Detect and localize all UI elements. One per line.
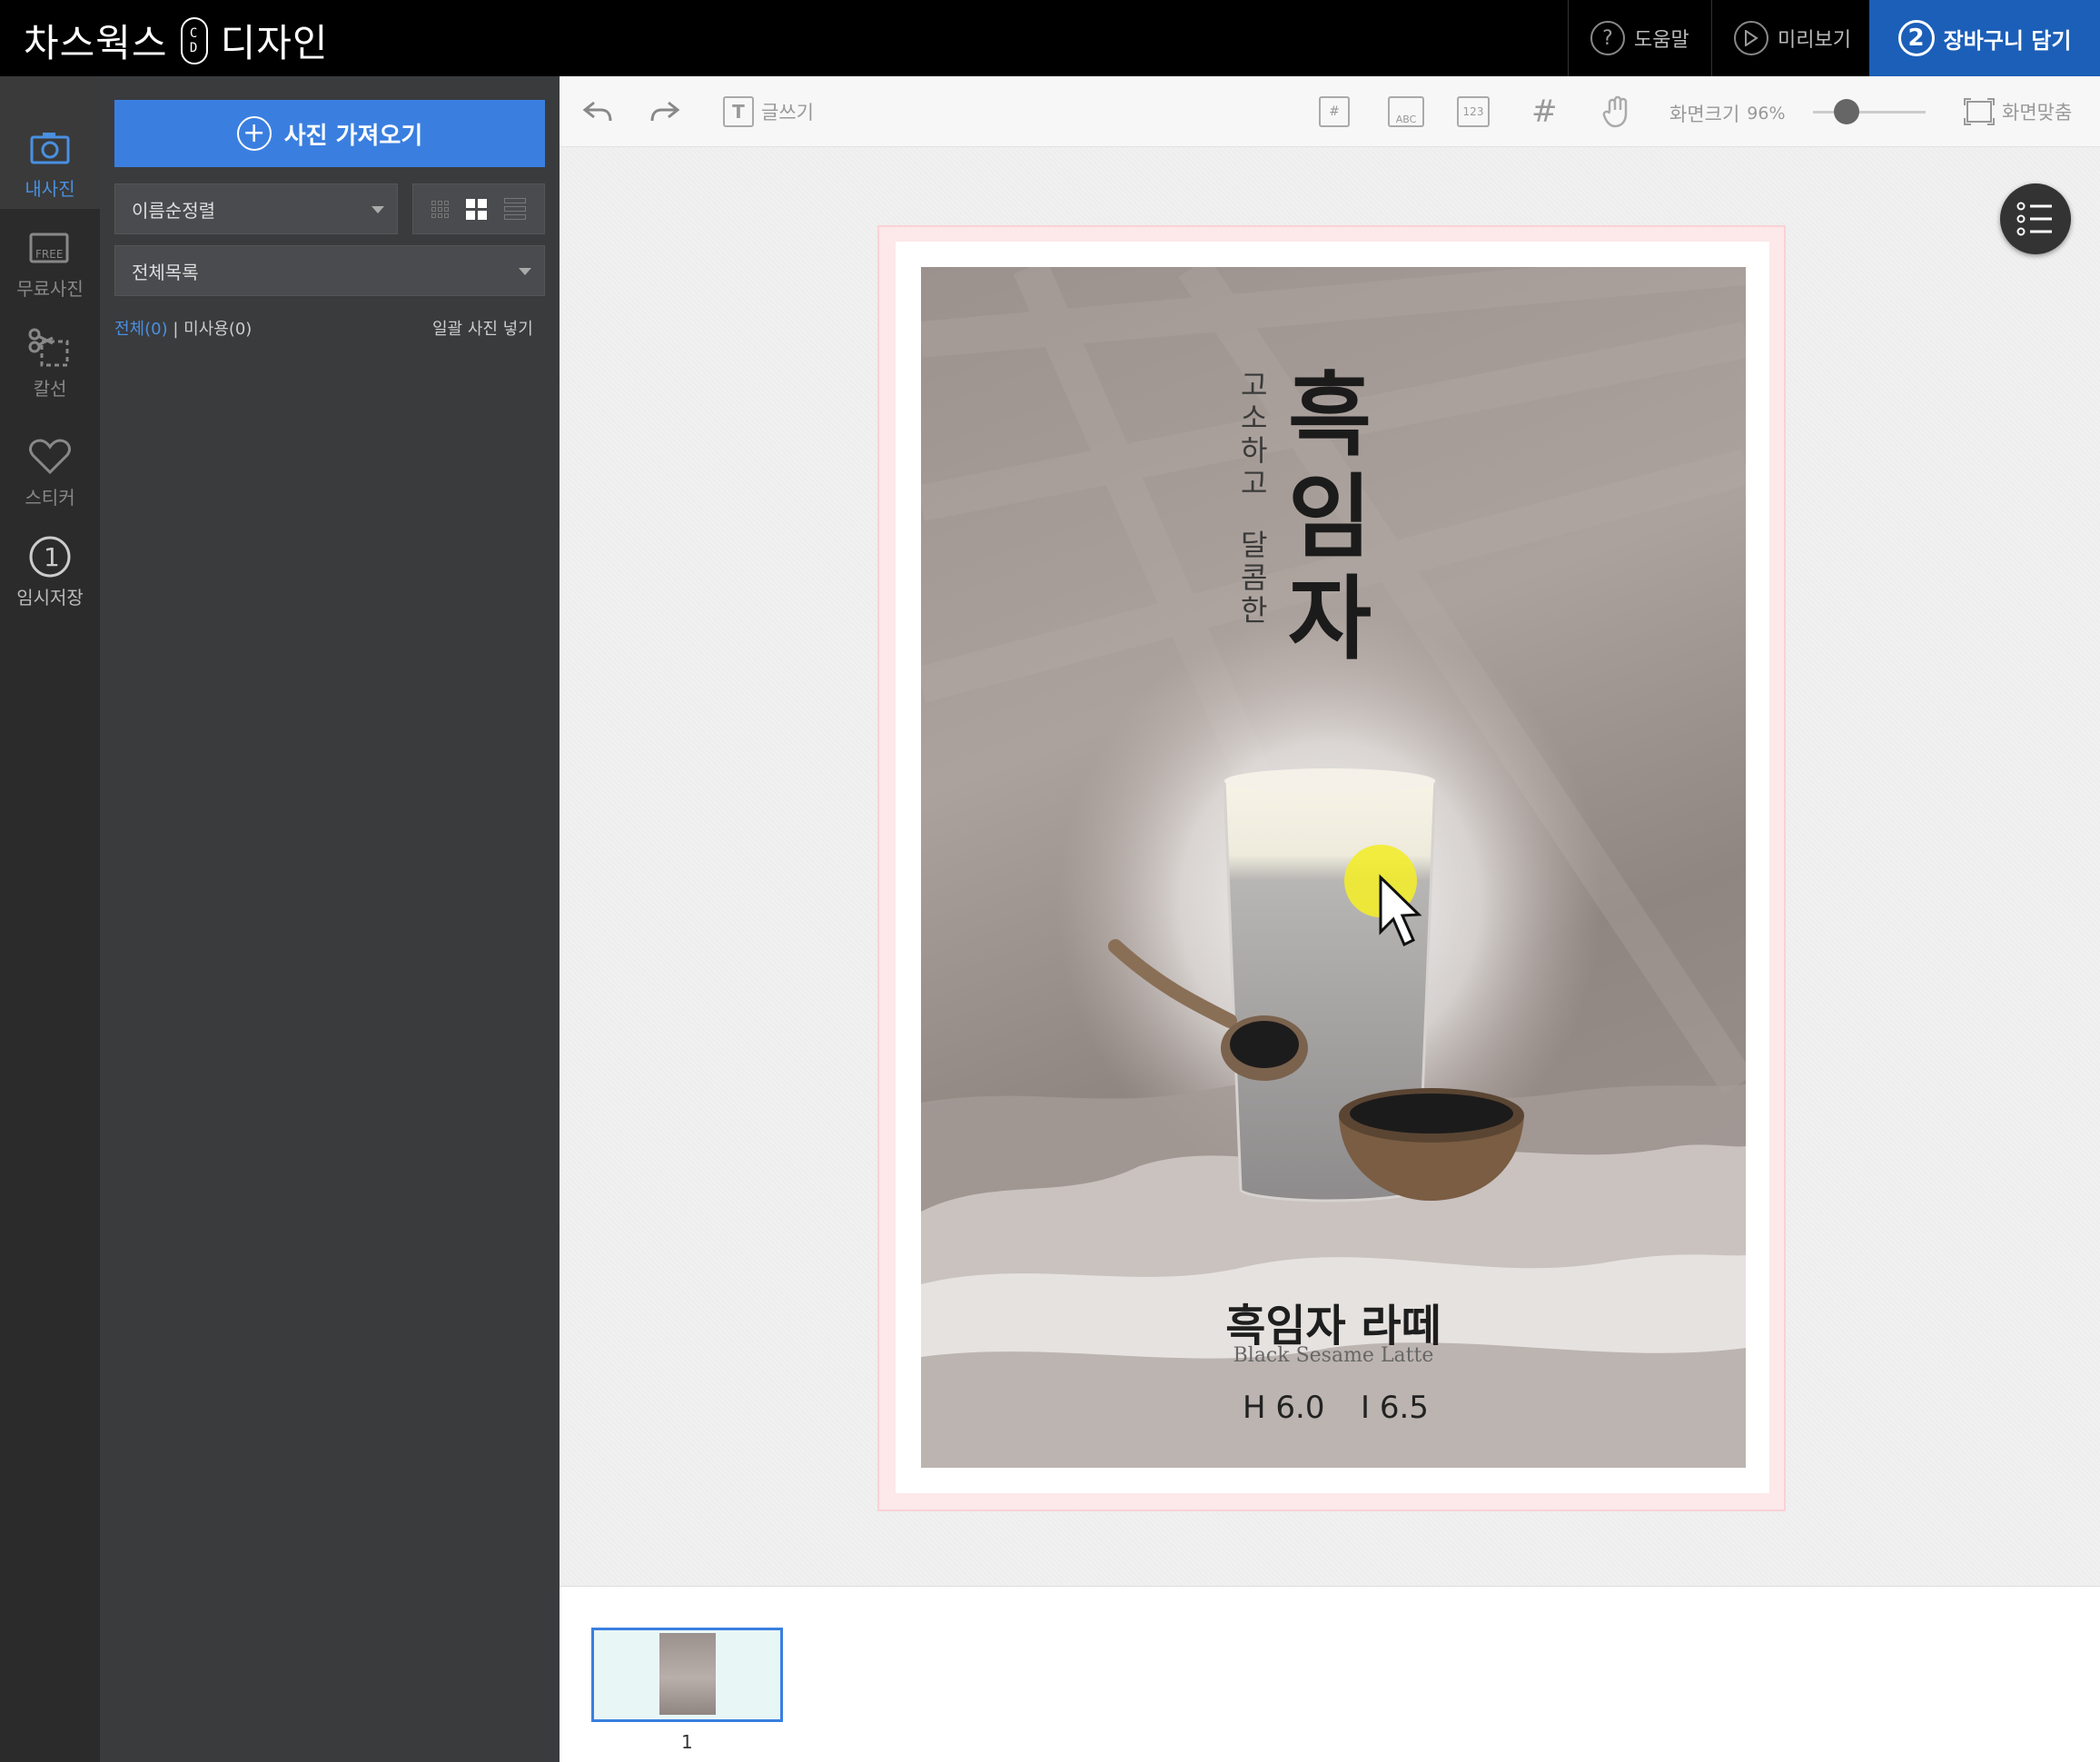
cart-label: 장바구니 담기 (1943, 27, 2072, 54)
title-char: 자 (1288, 566, 1372, 672)
add-text-label: 글쓰기 (761, 102, 814, 124)
list-icon (2016, 202, 2052, 236)
rail-label: 임시저장 (16, 587, 84, 609)
title-char: 임 (1288, 464, 1372, 570)
brand-pill-top: C (189, 25, 199, 41)
brand-left-text: 차스웍스 (24, 21, 168, 65)
plus-icon: + (236, 116, 272, 151)
brand-logo: 차스웍스 C D 디자인 (24, 13, 328, 68)
zoom-value: 96% (1747, 104, 1786, 124)
fit-screen-button[interactable]: 화면맞춤 (1964, 93, 2072, 131)
subtitle-char: 달 (1241, 528, 1268, 562)
poster-artwork[interactable]: 흑 임 자 고 소 하 고 달 콤 한 흑임자 라떼 Black Sesame … (921, 267, 1746, 1468)
count-separator: | (167, 320, 184, 339)
top-bar: 차스웍스 C D 디자인 ? 도움말 미리보기 2 장바구니 담기 (0, 0, 2100, 76)
play-icon (1734, 21, 1768, 55)
poster-title: 흑 임 자 (1288, 365, 1372, 670)
product-name-en: Black Sesame Latte (1233, 1344, 1434, 1367)
view-toggle (412, 183, 545, 234)
add-text-button[interactable]: T 글쓰기 (723, 93, 814, 131)
text-icon: T (723, 96, 754, 127)
brand-pill-icon: C D (180, 16, 208, 64)
sort-select[interactable]: 이름순정렬 (114, 183, 398, 234)
subtitle-char: 고 (1241, 368, 1268, 402)
rail-item-temp-save[interactable]: 1 임시저장 (0, 536, 100, 645)
number-button[interactable]: 123 (1457, 93, 1490, 131)
large-grid-icon[interactable] (465, 198, 487, 220)
brand-pill-bottom: D (189, 40, 199, 55)
import-label: 사진 가져오기 (283, 122, 423, 150)
svg-text:1: 1 (44, 542, 60, 572)
subtitle-char: 소 (1241, 401, 1268, 435)
zoom-slider-thumb[interactable] (1834, 99, 1860, 124)
zoom-slider[interactable] (1813, 111, 1926, 114)
temp-save-icon: 1 (27, 536, 73, 578)
rail-label: 칼선 (33, 378, 67, 400)
title-char: 흑 (1288, 362, 1372, 469)
photo-panel: + 사진 가져오기 이름순정렬 전체목록 전체(0) | 미사용(0) 일괄 사… (100, 76, 560, 1762)
help-label: 도움말 (1634, 29, 1689, 52)
hand-icon (1602, 95, 1628, 128)
subtitle-char: 콤 (1241, 560, 1268, 595)
help-button[interactable]: ? 도움말 (1568, 0, 1711, 76)
fit-screen-label: 화면맞춤 (2002, 102, 2073, 124)
svg-text:FREE: FREE (35, 248, 63, 261)
rail-item-my-photos[interactable]: 내사진 (0, 76, 100, 209)
rail-item-free-photos[interactable]: FREE 무료사진 (0, 227, 100, 327)
photo-count: 전체(0) | 미사용(0) (114, 316, 252, 340)
layer-menu-button[interactable] (2000, 183, 2071, 254)
subtitle-char: 고 (1241, 466, 1268, 500)
undo-icon (582, 101, 612, 122)
chevron-down-icon (519, 268, 531, 275)
poster-subtitle: 고 소 하 고 달 콤 한 (1241, 369, 1267, 627)
list-view-icon[interactable] (504, 198, 527, 220)
step-badge: 2 (1897, 20, 1935, 56)
hand-tool-button[interactable] (1602, 93, 1633, 131)
rail-label: 스티커 (25, 487, 75, 509)
abc-icon: ABC (1388, 96, 1424, 127)
heart-icon (27, 436, 73, 478)
thumbnail-preview (659, 1633, 716, 1715)
page-number: 1 (681, 1731, 693, 1753)
count-unused-link[interactable]: 미사용(0) (183, 320, 252, 339)
price-hot: H 6.0 (1243, 1390, 1325, 1426)
rail-item-cutline[interactable]: 칼선 (0, 327, 100, 427)
grid-icon: # (1531, 94, 1558, 130)
import-photo-button[interactable]: + 사진 가져오기 (114, 100, 545, 167)
count-all-link[interactable]: 전체(0) (114, 320, 168, 339)
chevron-down-icon (371, 206, 384, 213)
bulk-insert-button[interactable]: 일괄 사진 넣기 (432, 316, 533, 340)
preview-button[interactable]: 미리보기 (1711, 0, 1869, 76)
hash-page-icon: # (1319, 96, 1350, 127)
text-box-button[interactable]: ABC (1388, 93, 1424, 131)
fit-screen-icon (1964, 98, 1995, 125)
price-iced: I 6.5 (1361, 1390, 1429, 1426)
scissors-icon (27, 327, 73, 369)
number-icon: 123 (1457, 96, 1490, 127)
grid-toggle-button[interactable]: # (1531, 93, 1558, 131)
preview-label: 미리보기 (1778, 29, 1851, 52)
help-icon: ? (1590, 21, 1625, 55)
free-photo-icon: FREE (27, 227, 73, 269)
subtitle-char: 하 (1241, 433, 1268, 468)
rail-label: 무료사진 (16, 278, 84, 300)
redo-button[interactable] (649, 93, 681, 131)
left-rail: 내사진 FREE 무료사진 칼선 스티커 1 임시저장 (0, 76, 100, 1762)
filter-select[interactable]: 전체목록 (114, 245, 545, 296)
page-filmstrip (560, 1586, 2100, 1762)
rail-label: 내사진 (25, 178, 75, 200)
brand-right-text: 디자인 (220, 21, 329, 65)
sort-value: 이름순정렬 (132, 199, 215, 222)
add-to-cart-button[interactable]: 2 장바구니 담기 (1869, 0, 2100, 76)
subtitle-char: 한 (1241, 593, 1268, 628)
small-grid-icon[interactable] (431, 200, 449, 218)
zoom-label: 화면크기 (1669, 104, 1740, 125)
rail-item-sticker[interactable]: 스티커 (0, 436, 100, 536)
undo-button[interactable] (581, 93, 614, 131)
filter-value: 전체목록 (132, 261, 199, 283)
camera-icon (27, 127, 73, 169)
page-number-button[interactable]: # (1319, 93, 1350, 131)
redo-icon (650, 101, 680, 122)
zoom-label-group: 화면크기 96% (1669, 94, 1786, 133)
